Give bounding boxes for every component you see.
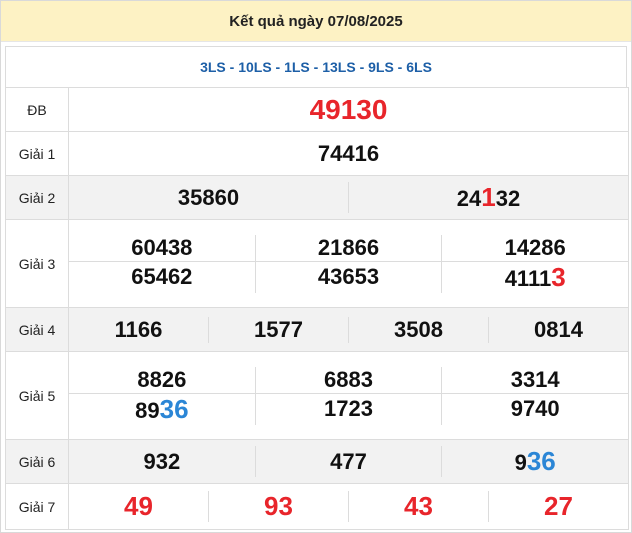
prize-g3-1: 21866 — [317, 234, 380, 260]
label-db: ĐB — [5, 87, 69, 132]
prize-g5-3: 8936 — [135, 393, 189, 424]
prize-g2-1: 24132 — [456, 182, 521, 212]
prize-g2-0: 35860 — [177, 184, 240, 210]
prize-g1: 74416 — [317, 140, 380, 166]
prize-g3-2: 14286 — [504, 234, 566, 260]
prize-g4-3: 0814 — [534, 316, 583, 342]
prize-g4-2: 3508 — [394, 316, 443, 342]
label-g2: Giải 2 — [5, 175, 69, 220]
row-g3: Giải 3 60438 21866 14286 65462 43653 411… — [5, 219, 629, 308]
prize-g7-1: 93 — [264, 491, 293, 521]
prize-g7-0: 49 — [124, 491, 153, 521]
row-g5: Giải 5 8826 6883 3314 8936 1723 9740 — [5, 351, 629, 440]
prize-g5-5: 9740 — [510, 396, 560, 421]
label-g5: Giải 5 — [5, 351, 69, 440]
prize-db: 49130 — [309, 93, 388, 125]
prize-g3-5: 41113 — [504, 261, 566, 292]
row-g7: Giải 7 49 93 43 27 — [5, 483, 629, 530]
results-panel: Kết quả ngày 07/08/2025 3LS - 10LS - 1LS… — [0, 0, 632, 533]
prize-g5-4: 1723 — [324, 396, 373, 421]
prize-g7-2: 43 — [404, 491, 433, 521]
codes-row: 3LS - 10LS - 1LS - 13LS - 9LS - 6LS — [5, 46, 627, 87]
prize-g3-4: 43653 — [317, 264, 380, 289]
prize-g6-1: 477 — [330, 448, 367, 474]
prize-g5-1: 6883 — [324, 366, 373, 392]
label-g4: Giải 4 — [5, 307, 69, 352]
prize-g7-3: 27 — [544, 491, 573, 521]
label-g3: Giải 3 — [5, 219, 69, 308]
row-g2: Giải 2 35860 24132 — [5, 175, 629, 220]
prize-g4-0: 1166 — [114, 316, 163, 342]
row-db: ĐB 49130 — [5, 87, 629, 132]
prize-g5-0: 8826 — [137, 366, 187, 392]
page-title: Kết quả ngày 07/08/2025 — [1, 1, 631, 42]
prize-g4-1: 1577 — [254, 316, 303, 342]
label-g6: Giải 6 — [5, 439, 69, 484]
prize-g6-2: 936 — [514, 446, 556, 476]
prize-g3-3: 65462 — [131, 264, 193, 289]
prize-g5-2: 3314 — [510, 366, 560, 392]
label-g1: Giải 1 — [5, 131, 69, 176]
label-g7: Giải 7 — [5, 483, 69, 530]
results-table: ĐB 49130 Giải 1 74416 Giải 2 35860 24132… — [5, 87, 629, 530]
prize-g3-0: 60438 — [131, 234, 193, 260]
prize-g6-0: 932 — [143, 448, 181, 474]
row-g4: Giải 4 1166 1577 3508 0814 — [5, 307, 629, 352]
row-g1: Giải 1 74416 — [5, 131, 629, 176]
row-g6: Giải 6 932 477 936 — [5, 439, 629, 484]
